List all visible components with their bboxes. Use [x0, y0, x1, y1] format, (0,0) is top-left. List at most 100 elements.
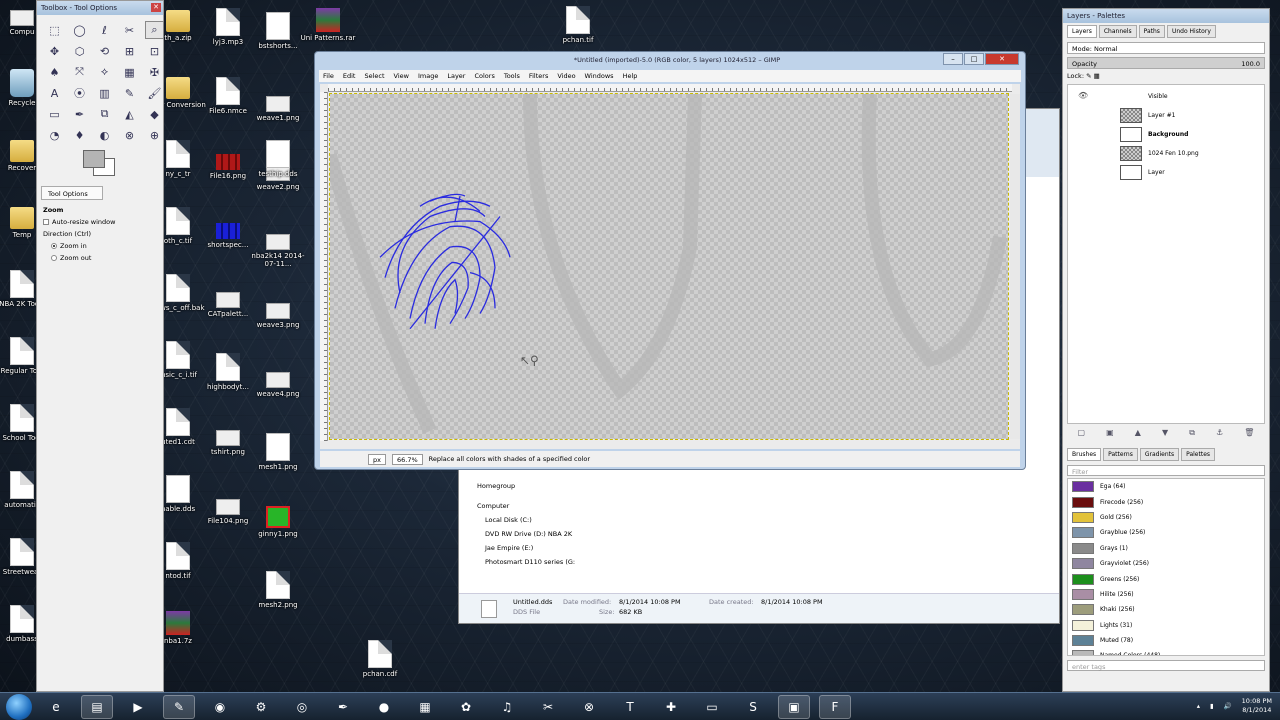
desktop-icon[interactable]: nba2k14 2014-07-11... — [250, 226, 306, 268]
layer-row[interactable]: Layer #1 — [1120, 108, 1175, 123]
layers-dock[interactable]: Layers - Palettes Layers Channels Paths Und… — [1062, 8, 1270, 692]
puzzle-taskbar-icon[interactable]: ✚ — [655, 695, 687, 719]
canvas-area[interactable]: ↖⚲ — [320, 84, 1020, 449]
desktop-icon[interactable]: pchan.cdf — [352, 640, 408, 678]
tab-palettes[interactable]: Palettes — [1181, 448, 1216, 461]
tray-arrow-icon[interactable]: ▴ — [1197, 702, 1200, 711]
horizontal-ruler[interactable] — [328, 84, 1012, 92]
auto-resize-option[interactable]: Auto-resize window — [43, 216, 157, 228]
palette-item[interactable]: Gold (256) — [1068, 510, 1264, 525]
desktop-icon[interactable]: bstshorts... — [250, 12, 306, 50]
palette-filter[interactable]: Filter — [1067, 465, 1265, 476]
tool-button[interactable]: ▥ — [95, 84, 114, 102]
volume-icon[interactable]: 🔊 — [1224, 702, 1232, 711]
zoom-select[interactable]: 66.7% — [391, 453, 423, 465]
desktop-icon[interactable]: testhip.dds — [250, 140, 306, 178]
blender-taskbar-icon[interactable]: ◎ — [286, 695, 318, 719]
tab-brushes[interactable]: Brushes — [1067, 448, 1102, 461]
desktop-icon[interactable]: File104.png — [200, 491, 256, 525]
tools-taskbar-icon[interactable]: ✂ — [532, 695, 564, 719]
menu-layer[interactable]: Layer — [447, 72, 465, 80]
desktop-icon[interactable]: File6.nmce — [200, 77, 256, 115]
nav-item[interactable]: Local Disk (C:) — [463, 513, 597, 527]
palette-item[interactable]: Grayblue (256) — [1068, 525, 1264, 540]
zoom-out-radio[interactable] — [51, 255, 57, 261]
menu-select[interactable]: Select — [364, 72, 384, 80]
vertical-scrollbar[interactable] — [1010, 94, 1020, 439]
unit-select[interactable]: px — [368, 453, 386, 465]
ie-taskbar-icon[interactable]: e — [40, 695, 72, 719]
lower-layer-icon[interactable]: ▼ — [1162, 428, 1168, 440]
tool-button[interactable]: ♦ — [70, 126, 89, 144]
tool-button[interactable]: ✂ — [120, 21, 139, 39]
tool-button[interactable]: ♠ — [45, 63, 64, 81]
tx-taskbar-icon[interactable]: T — [614, 695, 646, 719]
tool-button[interactable]: ✒ — [70, 105, 89, 123]
tab-tool-options[interactable]: Tool Options — [41, 186, 103, 200]
opacity-slider[interactable]: Opacity 100.0 — [1067, 57, 1265, 69]
tool-button[interactable]: ✥ — [45, 42, 64, 60]
palette-item[interactable]: Firecode (256) — [1068, 494, 1264, 509]
menu-colors[interactable]: Colors — [474, 72, 494, 80]
tool-button[interactable]: ⊕ — [145, 126, 164, 144]
toolbox-titlebar[interactable]: Toolbox - Tool Options ✕ — [37, 1, 163, 15]
tab-paths[interactable]: Paths — [1138, 25, 1165, 38]
color-swatches[interactable] — [83, 150, 163, 184]
desktop-icon[interactable]: lyj3.mp3 — [200, 8, 256, 46]
layer-group-icon[interactable]: ▣ — [1106, 428, 1114, 440]
xbox-taskbar-icon[interactable]: ⊗ — [573, 695, 605, 719]
nav-item[interactable]: Computer — [463, 499, 597, 513]
tool-button[interactable]: ▦ — [120, 63, 139, 81]
tool-button[interactable]: ◔ — [45, 126, 64, 144]
desktop-icon[interactable]: highbodyt... — [200, 353, 256, 391]
tool-button[interactable]: 🖌 — [145, 84, 164, 102]
tool-button[interactable]: ◭ — [120, 105, 139, 123]
lock-pixels-icon[interactable]: ✎ — [1086, 72, 1094, 80]
duplicate-layer-icon[interactable]: ⧉ — [1189, 428, 1195, 440]
tool-button[interactable]: ▭ — [45, 105, 64, 123]
tab-undo-history[interactable]: Undo History — [1166, 25, 1216, 38]
menu-filters[interactable]: Filters — [529, 72, 548, 80]
tool-button[interactable]: ⟡ — [95, 63, 114, 81]
maximize-button[interactable]: □ — [964, 53, 984, 65]
dock-titlebar[interactable]: Layers - Palettes — [1063, 9, 1269, 23]
minimize-button[interactable]: – — [943, 53, 963, 65]
bowling-taskbar-icon[interactable]: ● — [368, 695, 400, 719]
desktop-icon[interactable]: weave4.png — [250, 364, 306, 398]
desktop-icon[interactable]: weave1.png — [250, 88, 306, 122]
flower-taskbar-icon[interactable]: ✿ — [450, 695, 482, 719]
desktop-icon[interactable]: tshirt.png — [200, 422, 256, 456]
tag-input[interactable]: enter tags — [1067, 660, 1265, 671]
tool-button[interactable]: ◆ — [145, 105, 164, 123]
nav-item[interactable]: DVD RW Drive (D:) NBA 2K — [463, 527, 597, 541]
desktop-icon[interactable]: pchan.tif — [550, 6, 606, 44]
vertical-ruler[interactable] — [320, 92, 328, 441]
tool-button[interactable]: ⬡ — [70, 42, 89, 60]
gimp-image-window[interactable]: *Untitled (imported)-5.0 (RGB color, 5 l… — [314, 51, 1026, 470]
tool-button[interactable]: ⤧ — [70, 63, 89, 81]
layer-row[interactable]: Layer — [1120, 165, 1165, 180]
lock-alpha-icon[interactable]: ▦ — [1094, 72, 1100, 80]
menu-tools[interactable]: Tools — [504, 72, 520, 80]
zoom-in-radio[interactable] — [51, 243, 57, 249]
tab-patterns[interactable]: Patterns — [1103, 448, 1138, 461]
menu-help[interactable]: Help — [623, 72, 638, 80]
nav-item[interactable]: Homegroup — [463, 479, 597, 493]
gimp-taskbar-icon[interactable]: ✎ — [163, 694, 195, 719]
minecraft-taskbar-icon[interactable]: ▦ — [409, 695, 441, 719]
mode-select[interactable]: Mode: Normal — [1067, 42, 1265, 54]
tab-gradients[interactable]: Gradients — [1139, 448, 1180, 461]
menu-windows[interactable]: Windows — [585, 72, 614, 80]
tool-button[interactable]: ℓ — [95, 21, 114, 39]
menu-video[interactable]: Video — [557, 72, 575, 80]
new-layer-icon[interactable]: ▢ — [1078, 428, 1086, 440]
nav-item[interactable]: Jae Empire (E:) — [463, 541, 597, 555]
folder-taskbar-icon[interactable]: ▣ — [778, 694, 810, 719]
window-taskbar-icon[interactable]: ▭ — [696, 695, 728, 719]
menu-edit[interactable]: Edit — [343, 72, 356, 80]
tool-button[interactable]: ⧉ — [95, 105, 114, 123]
menu-file[interactable]: File — [323, 72, 334, 80]
palette-item[interactable]: Khaki (256) — [1068, 602, 1264, 617]
close-button[interactable]: ✕ — [985, 53, 1019, 65]
palette-item[interactable]: Hilite (256) — [1068, 587, 1264, 602]
